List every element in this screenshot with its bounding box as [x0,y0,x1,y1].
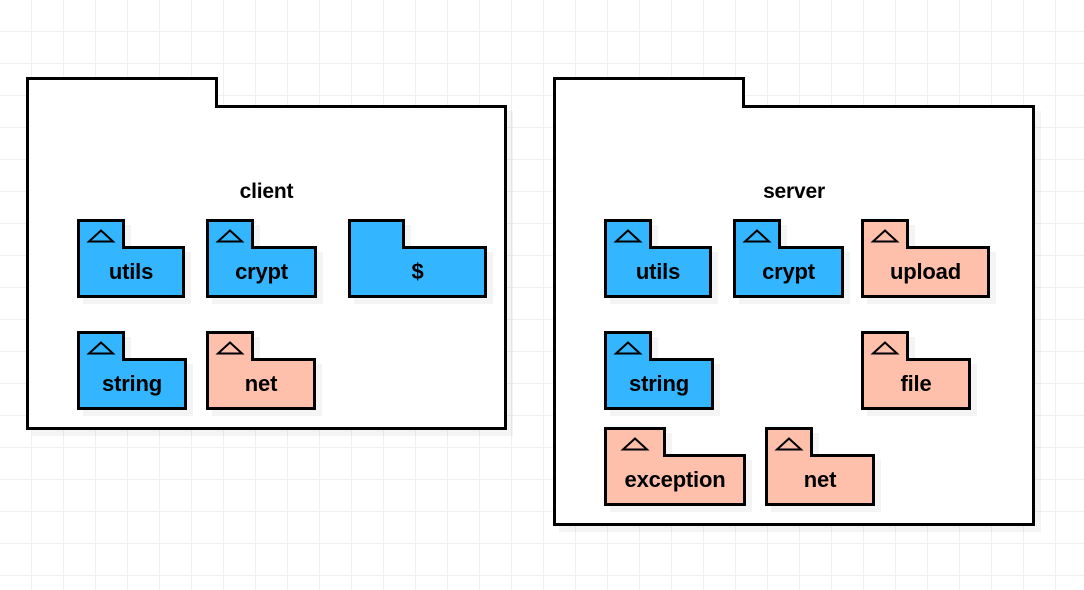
triangle-icon [215,340,245,354]
node-label: utils [108,259,154,284]
node-client-[interactable]: $ [348,219,487,298]
triangle-icon [774,436,804,450]
triangle-icon [86,340,116,354]
node-body: file [861,358,971,410]
node-tab [77,219,125,249]
triangle-icon [870,228,900,242]
node-server-file[interactable]: file [861,331,971,410]
node-body: crypt [733,246,844,298]
node-body: string [604,358,714,410]
node-tab [604,331,652,361]
node-label: net [244,371,278,396]
node-tab [861,219,909,249]
node-tab [733,219,781,249]
triangle-icon [613,228,643,242]
package-tab-client [26,77,218,108]
node-client-string[interactable]: string [77,331,187,410]
node-server-exception[interactable]: exception [604,427,746,506]
node-label: upload [890,259,961,284]
node-tab [206,331,254,361]
node-body: $ [348,246,487,298]
node-body: net [765,454,875,506]
package-client[interactable]: client utils crypt $ string net [26,77,507,430]
node-client-net[interactable]: net [206,331,316,410]
node-server-string[interactable]: string [604,331,714,410]
node-server-upload[interactable]: upload [861,219,990,298]
node-label: string [102,371,162,396]
node-label: net [803,467,837,492]
node-body: exception [604,454,746,506]
node-body: utils [604,246,712,298]
node-server-net[interactable]: net [765,427,875,506]
node-tab [604,427,666,457]
triangle-icon [620,436,650,450]
node-client-crypt[interactable]: crypt [206,219,317,298]
package-title-client: client [239,180,294,203]
diagram-canvas: client utils crypt $ string net server utils cry… [0,0,1084,590]
node-body: string [77,358,187,410]
node-label: exception [624,467,726,492]
triangle-icon [613,340,643,354]
package-body-server: server utils crypt upload string file exceptio… [553,105,1035,526]
node-tab [861,331,909,361]
node-server-crypt[interactable]: crypt [733,219,844,298]
node-tab [765,427,813,457]
node-body: net [206,358,316,410]
triangle-icon [870,340,900,354]
node-label: crypt [235,259,288,284]
package-body-client: client utils crypt $ string net [26,105,507,430]
node-tab [348,219,405,249]
node-label: $ [411,259,424,284]
node-tab [77,331,125,361]
node-client-utils[interactable]: utils [77,219,185,298]
node-label: file [900,371,932,396]
package-tab-server [553,77,745,108]
node-tab [604,219,652,249]
node-body: upload [861,246,990,298]
package-title-server: server [763,180,825,203]
node-server-utils[interactable]: utils [604,219,712,298]
package-server[interactable]: server utils crypt upload string file exceptio… [553,77,1035,526]
node-body: utils [77,246,185,298]
node-tab [206,219,254,249]
node-body: crypt [206,246,317,298]
triangle-icon [215,228,245,242]
node-label: string [629,371,689,396]
triangle-icon [742,228,772,242]
node-label: crypt [762,259,815,284]
triangle-icon [86,228,116,242]
node-label: utils [635,259,681,284]
